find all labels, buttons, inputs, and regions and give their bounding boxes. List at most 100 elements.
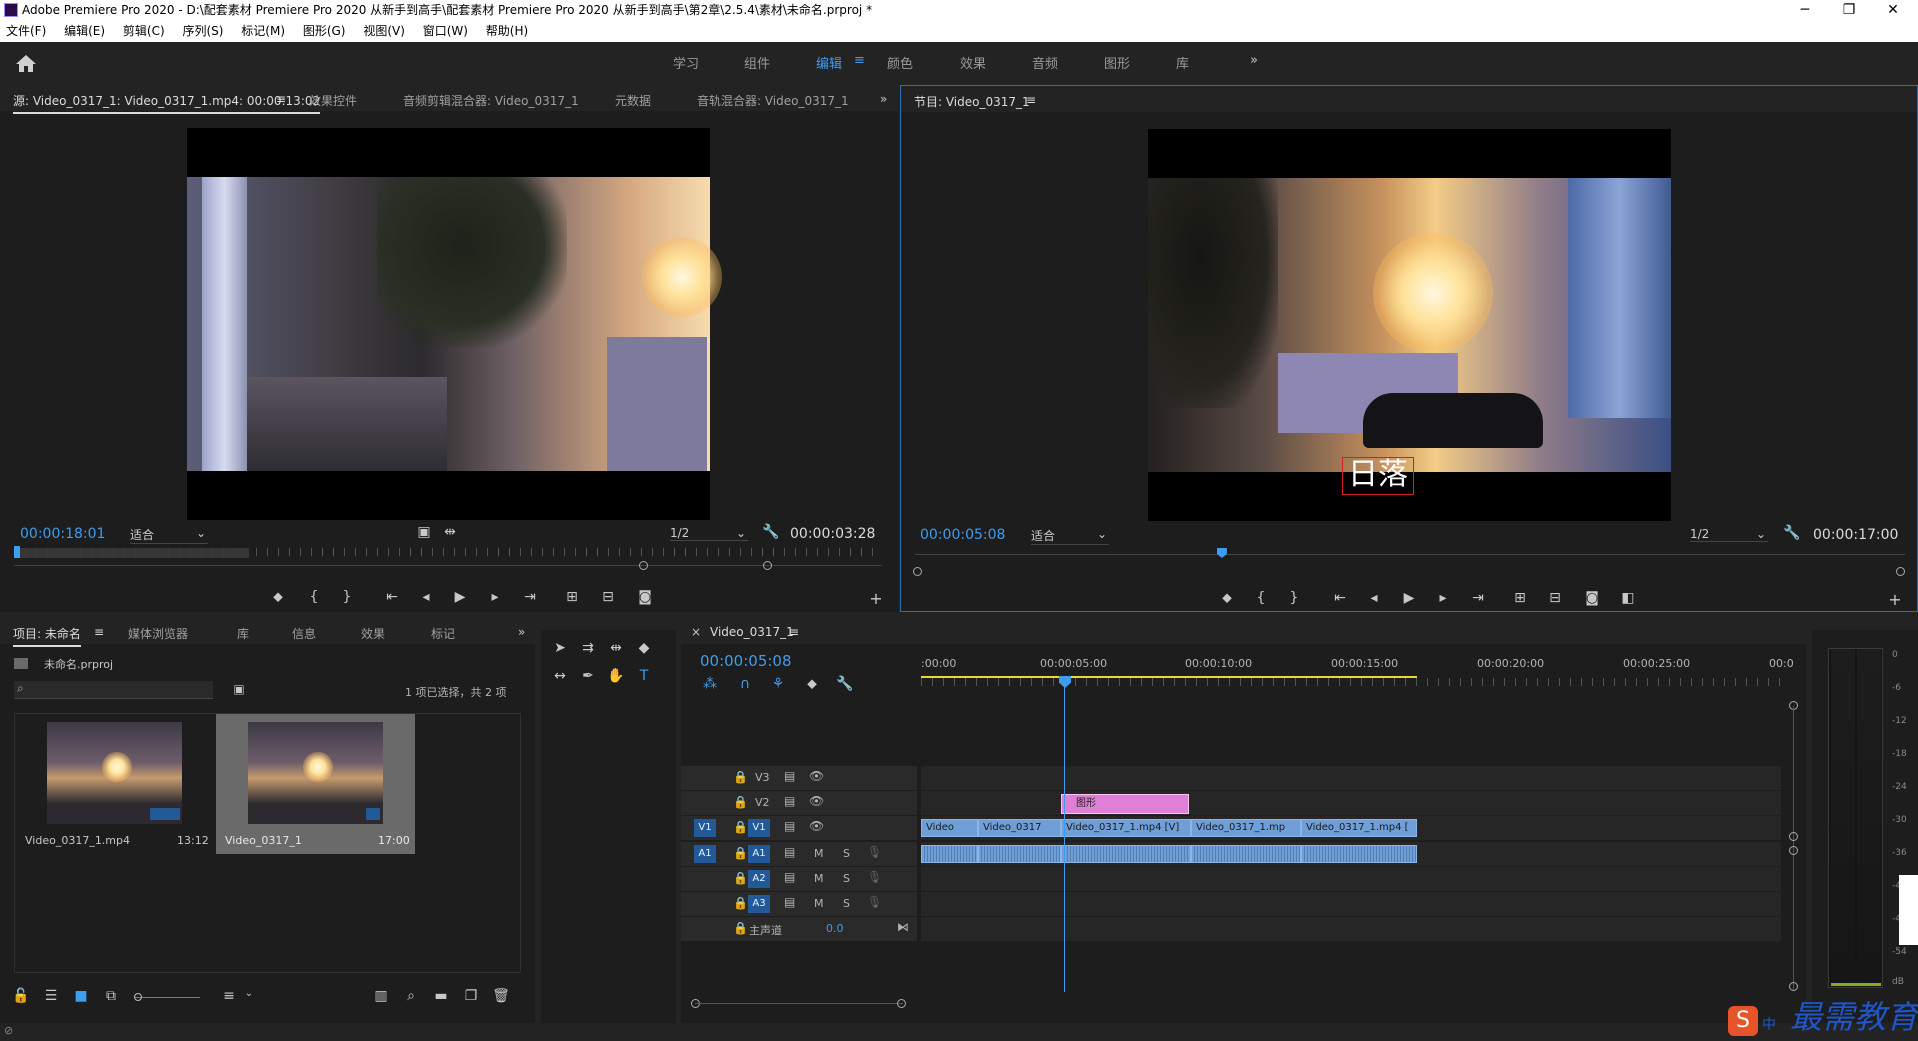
project-panel-menu-icon[interactable]: ≡ bbox=[94, 625, 104, 639]
chevron-down-icon[interactable]: ⌄ bbox=[240, 988, 258, 999]
extract-icon[interactable]: ⊟ bbox=[1546, 590, 1564, 606]
tab-source[interactable]: 源: Video_0317_1: Video_0317_1.mp4: 00:00… bbox=[13, 92, 321, 114]
marker-icon[interactable]: ⬥ bbox=[269, 589, 287, 605]
track-label[interactable]: V1 bbox=[748, 819, 770, 837]
workspace-tab-graphics[interactable]: 图形 bbox=[1104, 53, 1130, 72]
go-to-end-icon[interactable]: ⧑ bbox=[897, 920, 909, 934]
go-to-out-icon[interactable]: ⇥ bbox=[1469, 590, 1487, 606]
tab-libraries[interactable]: 库 bbox=[237, 625, 249, 642]
source-playhead[interactable] bbox=[14, 546, 20, 558]
program-zoom-handle-left[interactable] bbox=[913, 567, 922, 576]
close-button[interactable]: ✕ bbox=[1870, 0, 1916, 20]
timeline-menu-icon[interactable]: ≡ bbox=[789, 625, 799, 639]
timeline-timecode[interactable]: 00:00:05:08 bbox=[700, 652, 792, 670]
mark-out-icon[interactable]: } bbox=[1285, 590, 1303, 606]
work-area-bar[interactable] bbox=[921, 676, 1417, 678]
eye-icon[interactable]: 👁 bbox=[809, 819, 824, 833]
zoom-slider-handle[interactable] bbox=[134, 993, 142, 1001]
program-timecode[interactable]: 00:00:05:08 bbox=[920, 527, 1005, 543]
source-timecode[interactable]: 00:00:18:01 bbox=[20, 526, 105, 542]
h-scroll-right[interactable] bbox=[897, 999, 906, 1008]
track-label[interactable]: V2 bbox=[755, 796, 770, 809]
mute-button[interactable]: M bbox=[814, 847, 824, 860]
lock-icon[interactable]: 🔒 bbox=[733, 770, 748, 784]
mark-in-icon[interactable]: { bbox=[305, 589, 323, 605]
lock-icon[interactable]: 🔒 bbox=[733, 871, 748, 885]
tab-sequence[interactable]: Video_0317_1 bbox=[710, 625, 794, 639]
video-clip[interactable]: Video_0317_1.mp bbox=[1191, 819, 1301, 837]
overwrite-icon[interactable]: ⊟ bbox=[599, 589, 617, 605]
workspace-tab-assembly[interactable]: 组件 bbox=[744, 53, 770, 72]
sync-lock-icon[interactable]: ▤ bbox=[784, 819, 795, 833]
play-icon[interactable]: ▶ bbox=[451, 589, 469, 605]
add-button-icon[interactable]: + bbox=[867, 589, 885, 608]
graphic-clip[interactable]: 图形 bbox=[1061, 794, 1189, 814]
workspace-menu-icon[interactable]: ≡ bbox=[854, 53, 865, 68]
list-view-icon[interactable]: ☰ bbox=[42, 988, 60, 1004]
v-scroll-bottom[interactable] bbox=[1789, 982, 1798, 991]
tab-info[interactable]: 信息 bbox=[292, 625, 316, 642]
sync-lock-icon[interactable]: ▤ bbox=[784, 870, 795, 884]
workspace-tab-learn[interactable]: 学习 bbox=[673, 53, 699, 72]
master-value[interactable]: 0.0 bbox=[826, 922, 844, 935]
audio-clip[interactable] bbox=[1061, 845, 1191, 863]
close-sequence-icon[interactable]: × bbox=[691, 625, 701, 639]
source-settings-icon[interactable]: ▣ bbox=[415, 524, 433, 540]
pen-tool-icon[interactable]: ✒ bbox=[579, 668, 597, 684]
source-panel-menu-icon[interactable]: ≡ bbox=[276, 92, 286, 106]
tab-media-browser[interactable]: 媒体浏览器 bbox=[128, 625, 188, 642]
solo-button[interactable]: S bbox=[843, 847, 850, 860]
snap-icon[interactable]: ∩ bbox=[736, 676, 754, 692]
menu-graphics[interactable]: 图形(G) bbox=[303, 24, 346, 38]
menu-view[interactable]: 视图(V) bbox=[363, 24, 405, 38]
title-caption[interactable]: 日落 bbox=[1342, 457, 1414, 495]
export-frame-icon[interactable]: ◙ bbox=[636, 589, 654, 605]
lock-icon[interactable]: 🔒 bbox=[733, 820, 748, 834]
workspace-more-icon[interactable]: » bbox=[1250, 53, 1258, 68]
video-clip[interactable]: Video_0317_1.mp4 [ bbox=[1301, 819, 1417, 837]
new-bin-from-search-icon[interactable]: ▣ bbox=[230, 682, 248, 696]
solo-button[interactable]: S bbox=[843, 872, 850, 885]
eye-icon[interactable]: 👁 bbox=[809, 769, 824, 783]
track-label[interactable]: A1 bbox=[748, 845, 770, 863]
source-fit-toggle-icon[interactable]: ⇹ bbox=[441, 524, 459, 540]
menu-file[interactable]: 文件(F) bbox=[6, 24, 46, 38]
find-icon[interactable]: ⌕ bbox=[402, 988, 420, 1004]
sync-lock-icon[interactable]: ▤ bbox=[784, 794, 795, 808]
solo-button[interactable]: S bbox=[843, 897, 850, 910]
step-back-icon[interactable]: ◂ bbox=[1365, 590, 1383, 606]
source-patch-a1[interactable]: A1 bbox=[694, 845, 716, 863]
sync-lock-icon[interactable]: ▤ bbox=[784, 845, 795, 859]
program-time-ruler[interactable] bbox=[915, 554, 1905, 555]
icon-view-icon[interactable]: ■ bbox=[72, 988, 90, 1004]
mute-button[interactable]: M bbox=[814, 897, 824, 910]
v-scroll-mid[interactable] bbox=[1789, 832, 1798, 841]
type-tool-icon[interactable]: T bbox=[635, 668, 653, 684]
marker-icon[interactable]: ⬥ bbox=[1218, 590, 1236, 606]
source-fit-dropdown[interactable]: 适合 ⌄ bbox=[130, 526, 208, 544]
mark-in-icon[interactable]: { bbox=[1252, 590, 1270, 606]
new-item-icon[interactable]: ❐ bbox=[462, 988, 480, 1004]
mark-out-icon[interactable]: } bbox=[338, 589, 356, 605]
source-resolution-dropdown[interactable]: 1/2 ⌄ bbox=[670, 526, 748, 541]
menu-window[interactable]: 窗口(W) bbox=[423, 24, 468, 38]
workspace-tab-libraries[interactable]: 库 bbox=[1176, 53, 1189, 72]
lock-icon[interactable]: 🔒 bbox=[733, 921, 748, 935]
source-tabs-overflow-icon[interactable]: » bbox=[880, 92, 887, 106]
workspace-tab-color[interactable]: 颜色 bbox=[887, 53, 913, 72]
audio-clip[interactable] bbox=[921, 845, 978, 863]
lift-icon[interactable]: ⊞ bbox=[1511, 590, 1529, 606]
freeform-view-icon[interactable]: ⧉ bbox=[102, 988, 120, 1004]
eye-icon[interactable]: 👁 bbox=[809, 794, 824, 808]
track-label[interactable]: V3 bbox=[755, 771, 770, 784]
program-resolution-dropdown[interactable]: 1/2 ⌄ bbox=[1690, 527, 1768, 542]
export-frame-icon[interactable]: ◙ bbox=[1583, 590, 1601, 606]
workspace-tab-audio[interactable]: 音频 bbox=[1032, 53, 1058, 72]
step-forward-icon[interactable]: ▸ bbox=[486, 589, 504, 605]
home-icon[interactable] bbox=[14, 52, 38, 74]
tab-effect-controls[interactable]: 效果控件 bbox=[309, 92, 357, 109]
go-to-in-icon[interactable]: ⇤ bbox=[1331, 590, 1349, 606]
mic-icon[interactable]: 🎙 bbox=[867, 870, 882, 884]
lock-icon[interactable]: 🔒 bbox=[733, 846, 748, 860]
tab-project[interactable]: 项目: 未命名 bbox=[13, 625, 81, 647]
